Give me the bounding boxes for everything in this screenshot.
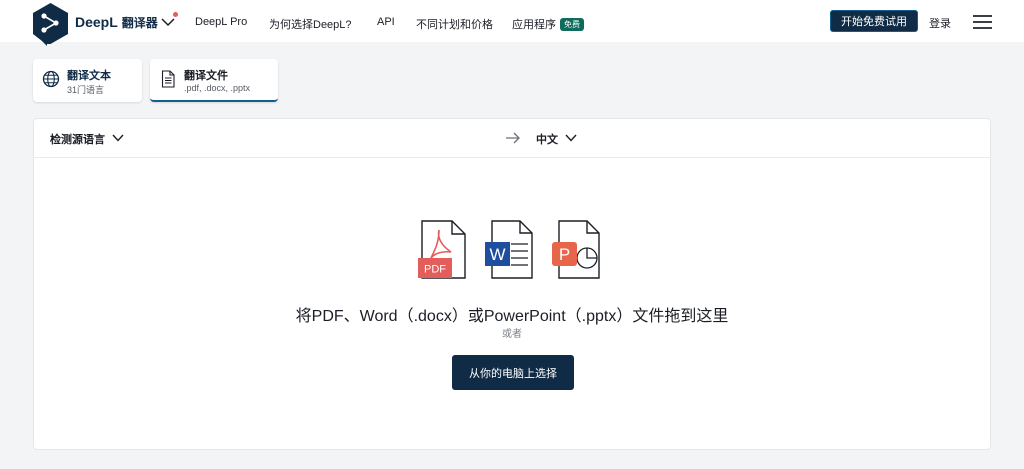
pdf-label: PDF	[424, 264, 446, 276]
target-language-label: 中文	[536, 134, 558, 146]
document-translation-panel: 检测源语言 中文 PDF W P 将PDF、Word（.docx）或PowerP…	[33, 118, 991, 450]
drop-instruction: 将PDF、Word（.docx）或PowerPoint（.pptx）文件拖到这里	[295, 308, 729, 325]
deepl-logo-icon[interactable]	[32, 3, 69, 46]
tab-translate-files[interactable]: 翻译文件 .pdf, .docx, .pptx	[150, 59, 278, 102]
nav-apps[interactable]: 应用程序 免费	[512, 16, 584, 32]
tab-subtitle: .pdf, .docx, .pptx	[184, 83, 251, 93]
choose-from-computer-button[interactable]: 从你的电脑上选择	[452, 355, 574, 390]
or-separator: 或者	[502, 329, 522, 340]
powerpoint-file-icon: P	[552, 220, 600, 279]
nav-why-deepl[interactable]: 为何选择DeepL?	[269, 16, 352, 32]
menu-icon[interactable]	[973, 15, 992, 29]
word-file-icon: W	[485, 220, 533, 279]
brand-subtitle: 翻译器	[121, 16, 158, 30]
brand-title: DeepL	[75, 14, 118, 30]
pdf-file-icon: PDF	[418, 220, 466, 279]
arrow-right-icon	[506, 132, 520, 144]
nav-plans-pricing[interactable]: 不同计划和价格	[416, 16, 493, 32]
chevron-down-icon	[112, 134, 124, 142]
notification-dot	[173, 12, 178, 17]
source-language-label: 检测源语言	[50, 134, 105, 146]
brand-name[interactable]: DeepL 翻译器	[75, 14, 158, 31]
free-badge: 免费	[560, 18, 584, 31]
tab-translate-text[interactable]: 翻译文本 31门语言	[33, 59, 142, 102]
nav-apps-label: 应用程序	[512, 19, 556, 31]
top-nav: DeepL 翻译器 DeepL Pro 为何选择DeepL? API 不同计划和价…	[0, 0, 1024, 46]
chevron-down-icon[interactable]	[161, 17, 175, 27]
ppt-label: P	[559, 245, 570, 264]
chevron-down-icon	[565, 134, 577, 142]
document-icon	[161, 70, 175, 88]
login-link[interactable]: 登录	[929, 15, 951, 31]
start-free-trial-button[interactable]: 开始免费试用	[830, 10, 918, 32]
language-bar: 检测源语言 中文	[34, 119, 990, 158]
nav-api[interactable]: API	[377, 16, 395, 28]
tab-subtitle: 31门语言	[67, 85, 105, 95]
tab-title: 翻译文本	[67, 70, 111, 82]
tab-title: 翻译文件	[184, 70, 228, 82]
nav-deepl-pro[interactable]: DeepL Pro	[195, 16, 247, 28]
target-language-select[interactable]: 中文	[536, 131, 577, 147]
globe-icon	[42, 70, 60, 88]
word-label: W	[489, 245, 505, 264]
source-language-select[interactable]: 检测源语言	[50, 131, 124, 147]
